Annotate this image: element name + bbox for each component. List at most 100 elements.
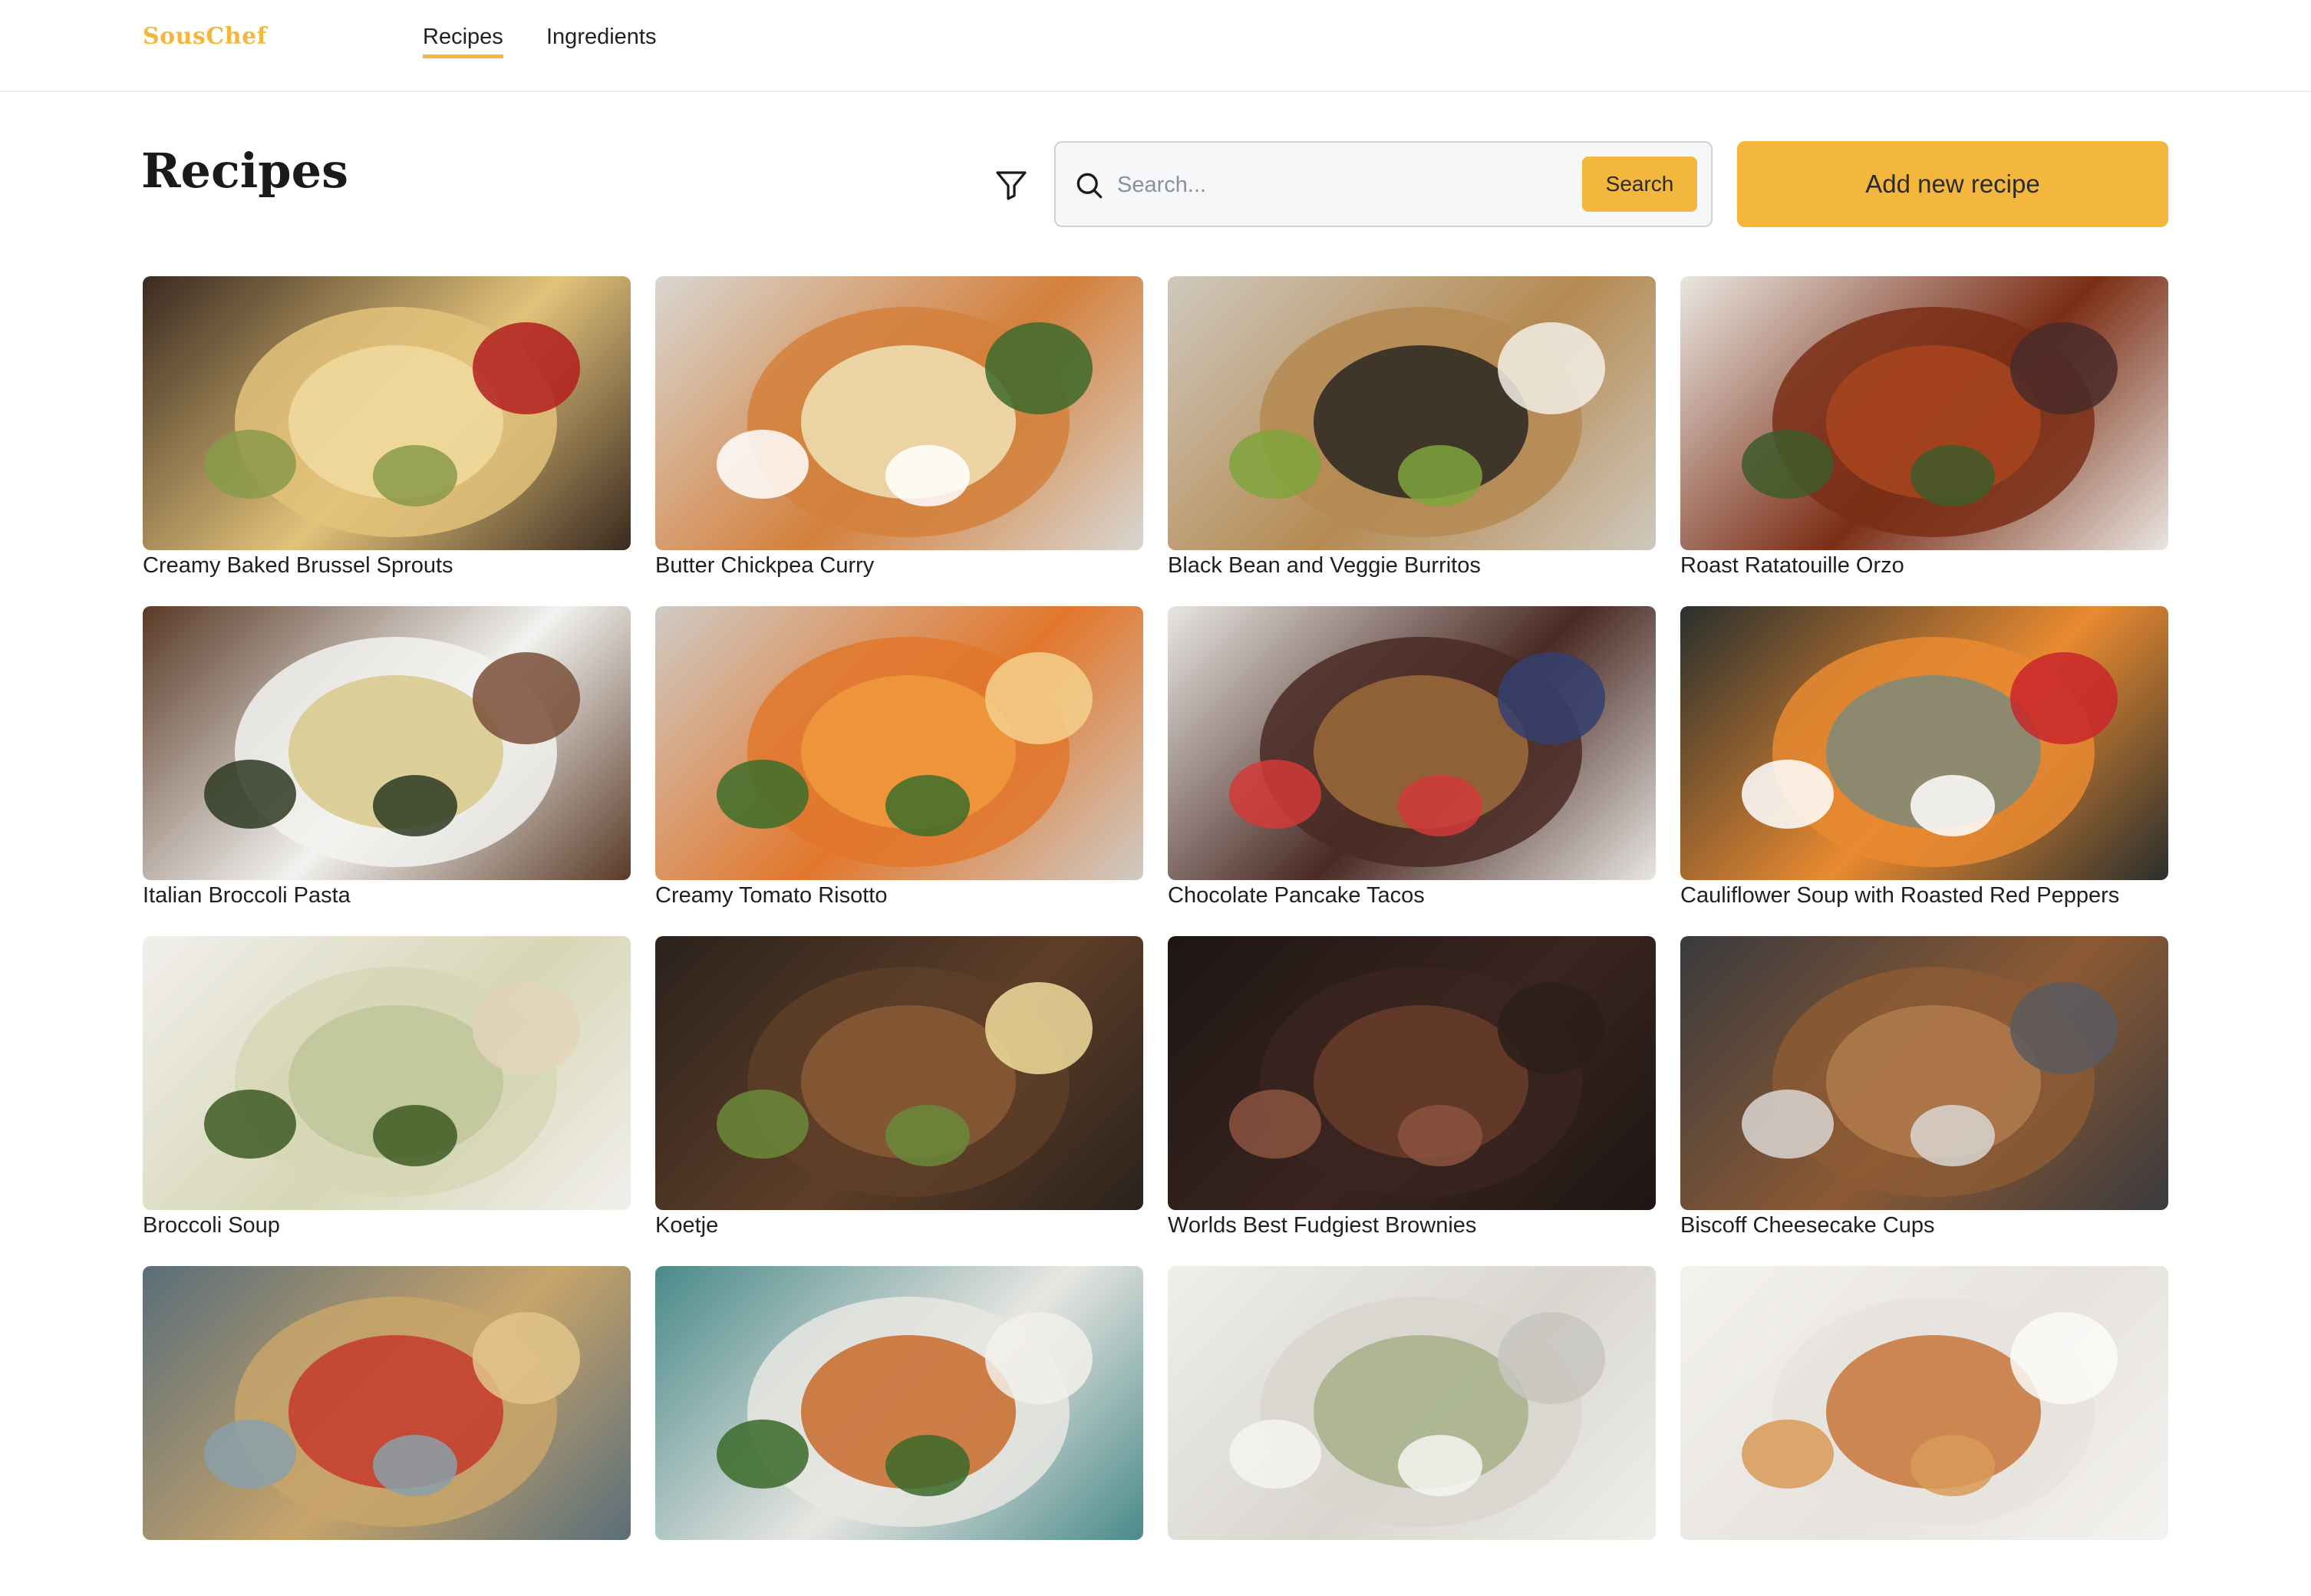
photo-detail: [1229, 430, 1321, 499]
search-bar: Search: [1054, 141, 1713, 227]
photo-detail: [1498, 322, 1605, 414]
recipe-card[interactable]: Cauliflower Soup with Roasted Red Pepper…: [1680, 606, 2168, 936]
photo-detail: [1742, 1420, 1834, 1489]
recipe-title[interactable]: Worlds Best Fudgiest Brownies: [1168, 1213, 1656, 1238]
photo-detail: [717, 760, 809, 829]
recipe-card[interactable]: Chocolate Pancake Tacos: [1168, 606, 1656, 936]
recipe-photo[interactable]: [655, 936, 1143, 1210]
recipe-card[interactable]: Black Bean and Veggie Burritos: [1168, 276, 1656, 606]
recipe-photo[interactable]: [655, 1266, 1143, 1540]
recipe-grid: Creamy Baked Brussel Sprouts Butter Chick…: [143, 276, 2170, 1596]
recipe-photo[interactable]: [655, 606, 1143, 880]
photo-detail: [1910, 1105, 1995, 1166]
recipe-card[interactable]: Butter Chickpea Curry: [655, 276, 1143, 606]
filter-button[interactable]: [990, 164, 1033, 206]
recipe-card[interactable]: [655, 1266, 1143, 1596]
photo-detail: [885, 445, 970, 506]
photo-detail: [1398, 445, 1482, 506]
recipe-photo[interactable]: [1168, 606, 1656, 880]
recipe-title[interactable]: Roast Ratatouille Orzo: [1680, 553, 2168, 579]
recipe-card[interactable]: Creamy Baked Brussel Sprouts: [143, 276, 631, 606]
search-input[interactable]: [1117, 158, 1593, 212]
photo-detail: [1742, 1090, 1834, 1159]
recipe-card[interactable]: Creamy Tomato Risotto: [655, 606, 1143, 936]
recipe-card[interactable]: [143, 1266, 631, 1596]
search-button[interactable]: Search: [1582, 157, 1697, 212]
nav-link-ingredients[interactable]: Ingredients: [546, 25, 657, 54]
search-icon: [1076, 173, 1103, 199]
photo-detail: [204, 1090, 296, 1159]
filter-funnel-icon: [996, 171, 1027, 200]
recipe-card[interactable]: Roast Ratatouille Orzo: [1680, 276, 2168, 606]
recipe-card[interactable]: Biscoff Cheesecake Cups: [1680, 936, 2168, 1266]
recipe-title[interactable]: Italian Broccoli Pasta: [143, 883, 631, 908]
photo-detail: [473, 1312, 580, 1404]
recipe-title[interactable]: Butter Chickpea Curry: [655, 553, 1143, 579]
recipe-photo[interactable]: [143, 276, 631, 550]
brand-logo[interactable]: SousChef: [143, 23, 267, 50]
photo-detail: [1498, 652, 1605, 744]
recipe-card[interactable]: [1680, 1266, 2168, 1596]
nav-link-recipes[interactable]: Recipes: [423, 25, 503, 58]
recipe-title[interactable]: Biscoff Cheesecake Cups: [1680, 1213, 2168, 1238]
add-new-recipe-button[interactable]: Add new recipe: [1737, 141, 2168, 227]
photo-detail: [885, 1105, 970, 1166]
recipe-photo[interactable]: [1680, 606, 2168, 880]
recipe-card[interactable]: [1168, 1266, 1656, 1596]
recipe-photo[interactable]: [1680, 1266, 2168, 1540]
photo-detail: [473, 322, 580, 414]
photo-detail: [1398, 1435, 1482, 1496]
recipe-card[interactable]: Koetje: [655, 936, 1143, 1266]
recipe-photo[interactable]: [1168, 936, 1656, 1210]
photo-detail: [2010, 982, 2118, 1074]
recipe-photo[interactable]: [1168, 276, 1656, 550]
photo-detail: [473, 982, 580, 1074]
recipe-photo[interactable]: [143, 936, 631, 1210]
recipe-title[interactable]: Creamy Baked Brussel Sprouts: [143, 553, 631, 579]
photo-detail: [717, 1420, 809, 1489]
photo-detail: [1742, 430, 1834, 499]
photo-detail: [1229, 1420, 1321, 1489]
recipe-title[interactable]: Chocolate Pancake Tacos: [1168, 883, 1656, 908]
photo-detail: [204, 760, 296, 829]
photo-detail: [1498, 982, 1605, 1074]
recipe-title[interactable]: Broccoli Soup: [143, 1213, 631, 1238]
recipe-title[interactable]: Koetje: [655, 1213, 1143, 1238]
photo-detail: [1498, 1312, 1605, 1404]
photo-detail: [985, 652, 1093, 744]
photo-detail: [373, 775, 457, 836]
recipe-title[interactable]: Black Bean and Veggie Burritos: [1168, 553, 1656, 579]
photo-detail: [985, 982, 1093, 1074]
photo-detail: [885, 775, 970, 836]
recipe-photo[interactable]: [143, 1266, 631, 1540]
recipe-card[interactable]: Broccoli Soup: [143, 936, 631, 1266]
recipe-photo[interactable]: [655, 276, 1143, 550]
photo-detail: [2010, 1312, 2118, 1404]
photo-detail: [1398, 775, 1482, 836]
recipe-photo[interactable]: [143, 606, 631, 880]
photo-detail: [717, 430, 809, 499]
photo-detail: [885, 1435, 970, 1496]
page-title: Recipes: [141, 143, 348, 199]
recipe-card[interactable]: Worlds Best Fudgiest Brownies: [1168, 936, 1656, 1266]
photo-detail: [373, 1435, 457, 1496]
photo-detail: [473, 652, 580, 744]
photo-detail: [2010, 322, 2118, 414]
photo-detail: [204, 430, 296, 499]
photo-detail: [1910, 1435, 1995, 1496]
top-navigation: SousChef Recipes Ingredients: [0, 0, 2311, 92]
photo-detail: [985, 322, 1093, 414]
recipe-photo[interactable]: [1168, 1266, 1656, 1540]
recipe-photo[interactable]: [1680, 276, 2168, 550]
recipe-card[interactable]: Italian Broccoli Pasta: [143, 606, 631, 936]
photo-detail: [985, 1312, 1093, 1404]
photo-detail: [1229, 760, 1321, 829]
photo-detail: [717, 1090, 809, 1159]
recipe-title[interactable]: Cauliflower Soup with Roasted Red Pepper…: [1680, 883, 2168, 908]
photo-detail: [1742, 760, 1834, 829]
recipe-photo[interactable]: [1680, 936, 2168, 1210]
photo-detail: [373, 445, 457, 506]
photo-detail: [373, 1105, 457, 1166]
photo-detail: [1398, 1105, 1482, 1166]
recipe-title[interactable]: Creamy Tomato Risotto: [655, 883, 1143, 908]
